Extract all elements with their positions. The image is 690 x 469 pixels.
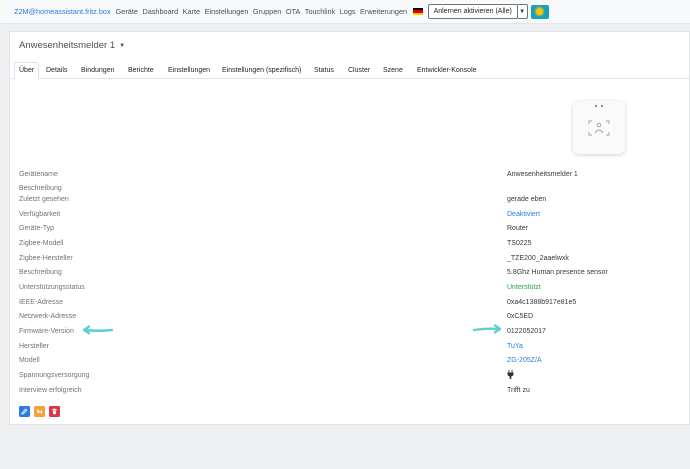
tab-dev-console[interactable]: Entwickler-Konsole xyxy=(417,62,477,79)
prop-label-ieee-address: IEEE-Adresse xyxy=(19,299,63,306)
prop-label-device-name: Gerätename xyxy=(19,171,58,178)
prop-value-zigbee-model: TS0225 xyxy=(507,240,532,247)
device-image xyxy=(573,101,625,154)
prop-value-power-source xyxy=(507,370,514,379)
prop-value-support-status[interactable]: Unterstützt xyxy=(507,284,541,291)
prop-value-zigbee-manufacturer: _TZE200_2aaelwxk xyxy=(507,255,569,262)
theme-toggle-button[interactable] xyxy=(530,4,549,19)
rename-device-button[interactable] xyxy=(19,406,30,417)
top-navbar: Z2M@homeassistant.fritz.box Geräte Dashb… xyxy=(0,0,690,24)
trash-icon xyxy=(52,408,57,415)
prop-label-device-type: Geräte-Typ xyxy=(19,225,55,232)
prop-label-model: Modell xyxy=(19,357,40,364)
prop-label-description: Beschreibung xyxy=(19,185,62,192)
nav-link-logs[interactable]: Logs xyxy=(340,7,356,16)
permit-join-dropdown-toggle[interactable]: ▼ xyxy=(517,4,528,19)
prop-value-model-description: 5.8Ghz Human presence sensor xyxy=(507,269,608,276)
prop-label-zigbee-manufacturer: Zigbee-Hersteller xyxy=(19,255,73,262)
presence-sensor-icon xyxy=(588,105,610,136)
nav-link-settings[interactable]: Einstellungen xyxy=(205,7,249,16)
tab-bindings[interactable]: Bindungen xyxy=(81,62,114,79)
prop-label-firmware-version: Firmware-Version xyxy=(19,328,74,335)
prop-label-last-seen: Zuletzt gesehen xyxy=(19,196,69,203)
tab-state[interactable]: Status xyxy=(314,62,334,79)
tab-settings-specific[interactable]: Einstellungen (spezifisch) xyxy=(222,62,301,79)
nav-link-groups[interactable]: Gruppen xyxy=(253,7,281,16)
nav-link-extensions[interactable]: Erweiterungen xyxy=(360,7,407,16)
prop-value-device-name: Anwesenheitsmelder 1 xyxy=(507,171,578,178)
language-flag-icon[interactable] xyxy=(412,7,423,16)
prop-label-power-source: Spannungsversorgung xyxy=(19,372,90,379)
prop-label-vendor: Hersteller xyxy=(19,343,49,350)
device-tabs: Über Details Bindungen Berichte Einstell… xyxy=(10,62,690,80)
brand-link[interactable]: Z2M@homeassistant.fritz.box xyxy=(14,7,111,16)
tab-about[interactable]: Über xyxy=(14,62,40,80)
chevron-down-icon: ▼ xyxy=(519,8,526,15)
chevron-down-icon: ▼ xyxy=(119,42,126,49)
prop-value-device-type: Router xyxy=(507,225,529,232)
tab-details[interactable]: Details xyxy=(46,62,67,79)
edit-icon xyxy=(21,408,28,415)
sun-icon xyxy=(536,8,544,15)
nav-link-touchlink[interactable]: Touchlink xyxy=(305,7,335,16)
prop-label-availability: Verfügbarkeit xyxy=(19,211,61,218)
nav-link-ota[interactable]: OTA xyxy=(286,7,300,16)
prop-value-interview-completed: Trifft zu xyxy=(507,387,530,394)
nav-link-dashboard[interactable]: Dashboard xyxy=(142,7,178,16)
mains-plug-icon xyxy=(507,370,514,379)
remove-device-button[interactable] xyxy=(49,406,60,417)
device-selector[interactable]: Anwesenheitsmelder 1 ▼ xyxy=(19,40,125,51)
prop-value-firmware-version: 0122052017 xyxy=(507,328,546,335)
prop-value-vendor[interactable]: TuYa xyxy=(507,343,523,350)
prop-label-interview-completed: Interview erfolgreich xyxy=(19,387,82,394)
highlight-arrow-right-icon xyxy=(472,324,502,334)
highlight-arrow-left-icon xyxy=(82,325,114,335)
prop-label-zigbee-model: Zigbee-Modell xyxy=(19,240,64,247)
prop-value-network-address: 0xC5ED xyxy=(507,313,534,320)
reconfigure-device-button[interactable] xyxy=(34,406,45,417)
tab-reporting[interactable]: Berichte xyxy=(128,62,154,79)
tab-settings[interactable]: Einstellungen xyxy=(168,62,210,79)
reconfigure-icon xyxy=(36,409,42,414)
prop-label-support-status: Unterstützungsstatus xyxy=(19,284,85,291)
prop-value-ieee-address: 0xa4c1388b917e81e5 xyxy=(507,299,577,306)
tab-scene[interactable]: Szene xyxy=(383,62,403,79)
nav-link-devices[interactable]: Geräte xyxy=(116,7,138,16)
prop-value-model[interactable]: ZG-205Z/A xyxy=(507,357,542,364)
device-title: Anwesenheitsmelder 1 xyxy=(19,40,116,51)
nav-link-map[interactable]: Karte xyxy=(183,7,200,16)
prop-value-availability[interactable]: Deaktiviert xyxy=(507,211,540,218)
tab-clusters[interactable]: Cluster xyxy=(348,62,370,79)
prop-label-network-address: Netzwerk-Adresse xyxy=(19,313,77,320)
prop-label-model-description: Beschreibung xyxy=(19,269,62,276)
prop-value-last-seen: gerade eben xyxy=(507,196,547,203)
device-card: Anwesenheitsmelder 1 ▼ Über Details Bind… xyxy=(9,31,690,425)
permit-join-button[interactable]: Anlernen aktivieren (Alle) xyxy=(427,4,518,19)
